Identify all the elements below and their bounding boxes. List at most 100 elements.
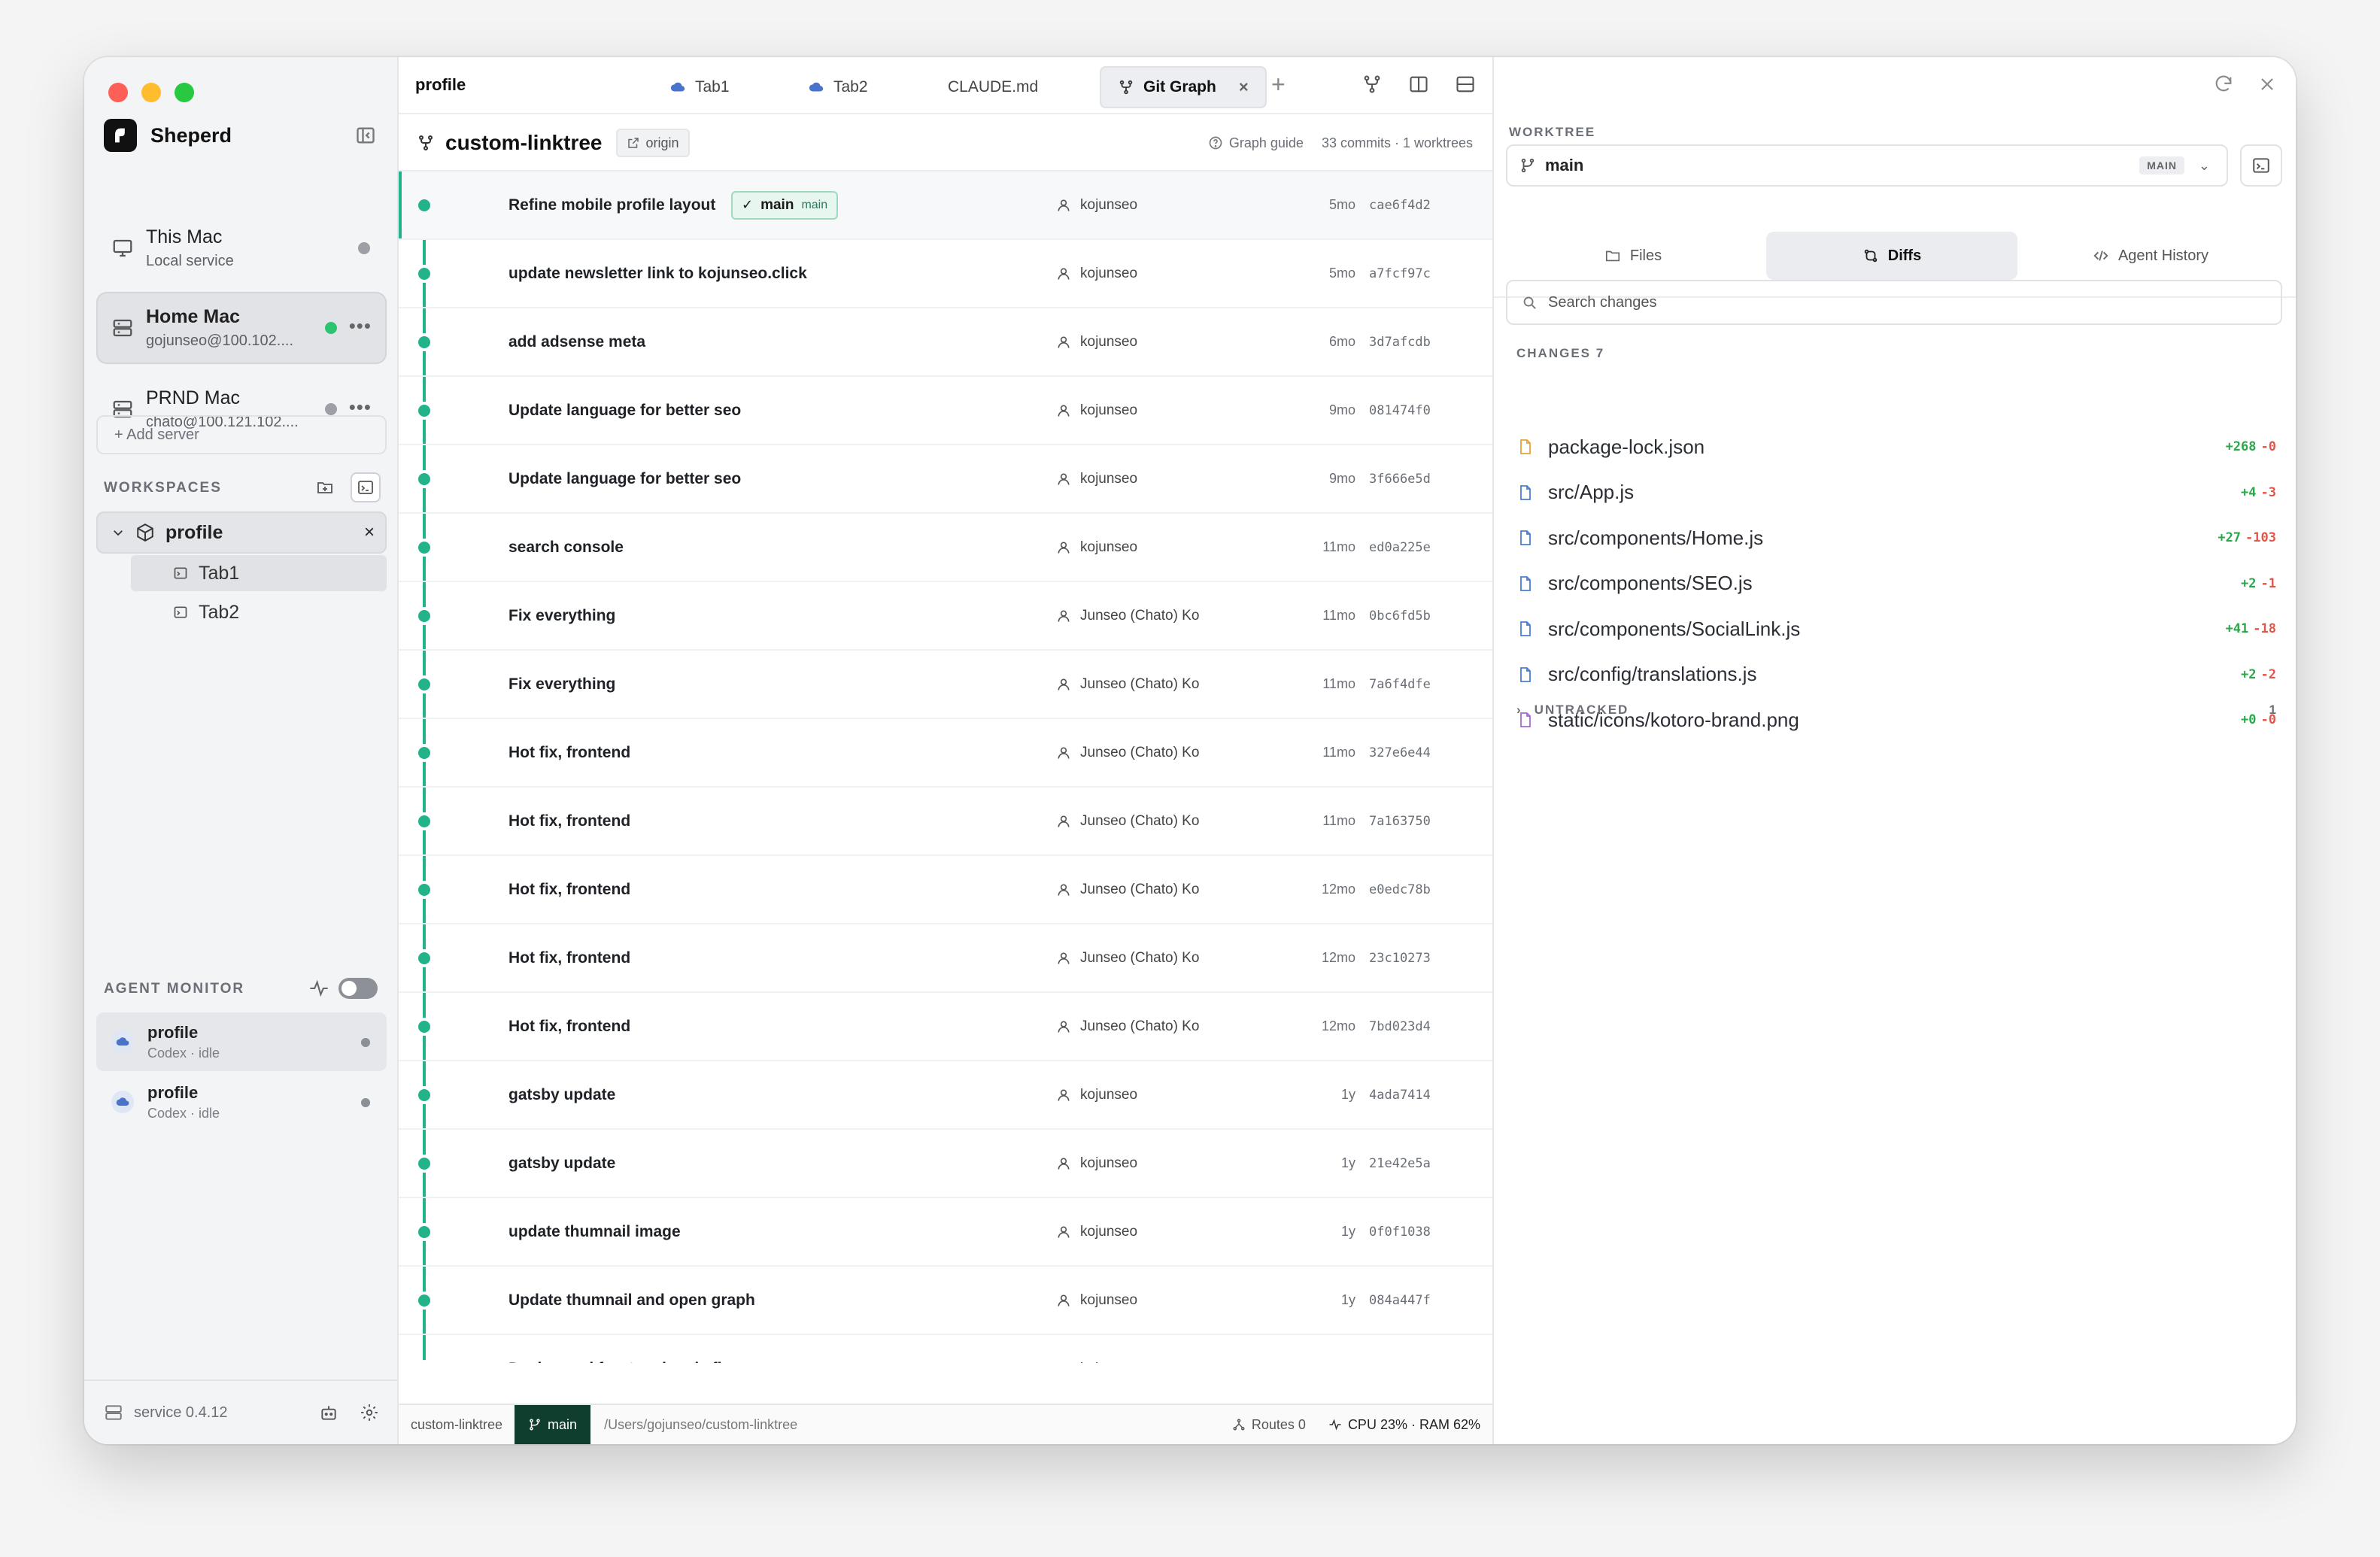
workspace-actions <box>310 472 381 502</box>
agent-monitor-toggle[interactable] <box>338 978 378 999</box>
server-home-mac[interactable]: Home Mac gojunseo@100.102.... ••• <box>96 292 387 364</box>
routes-indicator[interactable]: Routes 0 <box>1232 1417 1306 1433</box>
commit-node <box>418 1088 430 1101</box>
server-name: Home Mac <box>146 306 241 327</box>
commit-age: 1y <box>1341 1361 1355 1363</box>
file-stats: +2 -1 <box>2241 576 2276 591</box>
changed-file-row[interactable]: package-lock.json +268 -0 <box>1516 427 2276 466</box>
refresh-icon[interactable] <box>2213 74 2234 95</box>
author-name: kojunseo <box>1080 1155 1138 1171</box>
branch-badge[interactable]: ✓ main main <box>731 190 839 220</box>
add-server-button[interactable]: + Add server <box>96 415 387 454</box>
commit-row[interactable]: Fix everything Junseo (Chato) Ko 11mo 0bc6f… <box>399 582 1492 651</box>
commit-row[interactable]: Hot fix, frontend Junseo (Chato) Ko 11mo 7a… <box>399 788 1492 856</box>
code-icon <box>2093 250 2108 261</box>
commit-row[interactable]: Hot fix, frontend Junseo (Chato) Ko 11mo 32… <box>399 719 1492 788</box>
commit-message: Update thumnail and open graph <box>508 1291 755 1309</box>
sidebar-tab-1[interactable]: Tab1 <box>131 555 387 591</box>
terminal-icon <box>2253 158 2269 173</box>
commit-node <box>418 1294 430 1307</box>
origin-link[interactable]: origin <box>615 129 690 157</box>
file-stats: +2 -2 <box>2241 667 2276 682</box>
bot-icon[interactable] <box>319 1403 338 1422</box>
tab-label: Tab1 <box>695 78 730 96</box>
untracked-section[interactable]: › UNTRACKED 1 <box>1516 703 2276 718</box>
git-branch-icon[interactable] <box>1362 74 1383 95</box>
gear-icon[interactable] <box>360 1403 379 1422</box>
server-icon <box>113 319 132 337</box>
new-folder-icon[interactable] <box>310 472 340 502</box>
tab-tab1[interactable]: Tab1 <box>651 66 748 108</box>
tab-diffs[interactable]: Diffs <box>1766 232 2017 280</box>
repo-header: custom-linktree origin Graph guide 33 co… <box>399 116 1492 171</box>
search-input[interactable] <box>1548 293 2232 311</box>
author-name: kojunseo <box>1080 539 1138 555</box>
status-dot <box>361 1038 370 1047</box>
sidebar-tab-2[interactable]: Tab2 <box>131 594 387 630</box>
search-icon <box>1523 296 1536 309</box>
changed-file-row[interactable]: src/config/translations.js +2 -2 <box>1516 655 2276 694</box>
split-horizontal-icon[interactable] <box>1455 74 1476 95</box>
status-dot <box>325 403 337 415</box>
commit-age: 6mo <box>1328 334 1355 349</box>
tab-tab2[interactable]: Tab2 <box>790 66 886 108</box>
commit-row[interactable]: Update thumnail and open graph kojunseo 1y… <box>399 1267 1492 1335</box>
commit-author: kojunseo <box>1056 1361 1137 1364</box>
file-stats: +268 -0 <box>2226 439 2276 454</box>
commit-row[interactable]: Update language for better seo kojunseo 9m… <box>399 445 1492 514</box>
minimize-window-button[interactable] <box>141 83 161 102</box>
commit-node <box>418 267 430 280</box>
agent-item[interactable]: profile Codex · idle <box>96 1012 387 1071</box>
worktree-select[interactable]: main MAIN ⌄ <box>1506 144 2228 187</box>
close-workspace-icon[interactable]: × <box>364 522 375 543</box>
commit-row[interactable]: gatsby update kojunseo 1y 4ada7414 <box>399 1061 1492 1130</box>
status-branch[interactable]: main <box>515 1405 591 1444</box>
server-this-mac[interactable]: This Mac Local service <box>96 212 387 284</box>
commit-row[interactable]: gatsby update kojunseo 1y 21e42e5a <box>399 1130 1492 1198</box>
changed-file-row[interactable]: src/components/SocialLink.js +41 -18 <box>1516 609 2276 648</box>
commit-hash: 081474f0 <box>1369 402 1431 418</box>
collapse-sidebar-icon[interactable] <box>355 125 376 146</box>
changed-file-row[interactable]: src/components/Home.js +27 -103 <box>1516 518 2276 557</box>
commit-list: Refine mobile profile layout ✓ main main koj… <box>399 171 1492 1363</box>
new-tab-button[interactable]: + <box>1271 71 1286 99</box>
agent-item[interactable]: profile Codex · idle <box>96 1073 387 1131</box>
commit-message: Hot fix, frontend <box>508 1017 631 1035</box>
diff-icon <box>1864 249 1878 263</box>
close-tab-icon[interactable]: × <box>1239 77 1249 97</box>
commit-row[interactable]: Hot fix, frontend Junseo (Chato) Ko 12mo 23… <box>399 924 1492 993</box>
server-name: This Mac <box>146 226 223 247</box>
commit-hash: 23c10273 <box>1369 950 1431 966</box>
zoom-window-button[interactable] <box>175 83 194 102</box>
origin-label: origin <box>645 135 679 150</box>
terminal-icon[interactable] <box>351 472 381 502</box>
more-options-icon[interactable]: ••• <box>349 314 372 338</box>
commit-row[interactable]: search console kojunseo 11mo ed0a225e <box>399 514 1492 582</box>
author-name: kojunseo <box>1080 265 1138 281</box>
open-terminal-button[interactable] <box>2240 144 2282 187</box>
tab-claude-md[interactable]: CLAUDE.md <box>930 66 1056 108</box>
commit-row[interactable]: Refine mobile profile layout ✓ main main koj… <box>399 171 1492 240</box>
commit-row[interactable]: Hot fix, frontend Junseo (Chato) Ko 12mo 7b… <box>399 993 1492 1061</box>
split-vertical-icon[interactable] <box>1408 74 1429 95</box>
commit-row[interactable]: add adsense meta kojunseo 6mo 3d7afcdb <box>399 308 1492 377</box>
changed-file-row[interactable]: src/App.js +4 -3 <box>1516 473 2276 512</box>
commit-row[interactable]: Hot fix, frontend Junseo (Chato) Ko 12mo e0… <box>399 856 1492 924</box>
tab-label: Agent History <box>2117 247 2209 264</box>
changed-file-row[interactable]: src/components/SEO.js +2 -1 <box>1516 564 2276 603</box>
commit-message: gatsby update <box>508 1085 616 1103</box>
commit-row[interactable]: update thumnail image kojunseo 1y 0f0f1038 <box>399 1198 1492 1267</box>
commit-author: kojunseo <box>1056 1155 1137 1172</box>
close-icon[interactable] <box>2257 74 2278 95</box>
tab-git-graph[interactable]: Git Graph × <box>1100 66 1267 108</box>
tab-files[interactable]: Files <box>1507 232 1759 280</box>
close-window-button[interactable] <box>108 83 128 102</box>
commit-row[interactable]: update newsletter link to kojunseo.click… <box>399 240 1492 308</box>
graph-guide-link[interactable]: Graph guide <box>1208 135 1304 151</box>
additions: +4 <box>2241 484 2257 500</box>
commit-row[interactable]: Update language for better seo kojunseo 9m… <box>399 377 1492 445</box>
tab-agent-history[interactable]: Agent History <box>2025 232 2276 280</box>
commit-row[interactable]: Fix everything Junseo (Chato) Ko 11mo 7a6f4… <box>399 651 1492 719</box>
workspace-profile[interactable]: profile × <box>96 511 387 554</box>
commit-row[interactable]: Design and front end code fix kojunseo 1y 2… <box>399 1335 1492 1363</box>
